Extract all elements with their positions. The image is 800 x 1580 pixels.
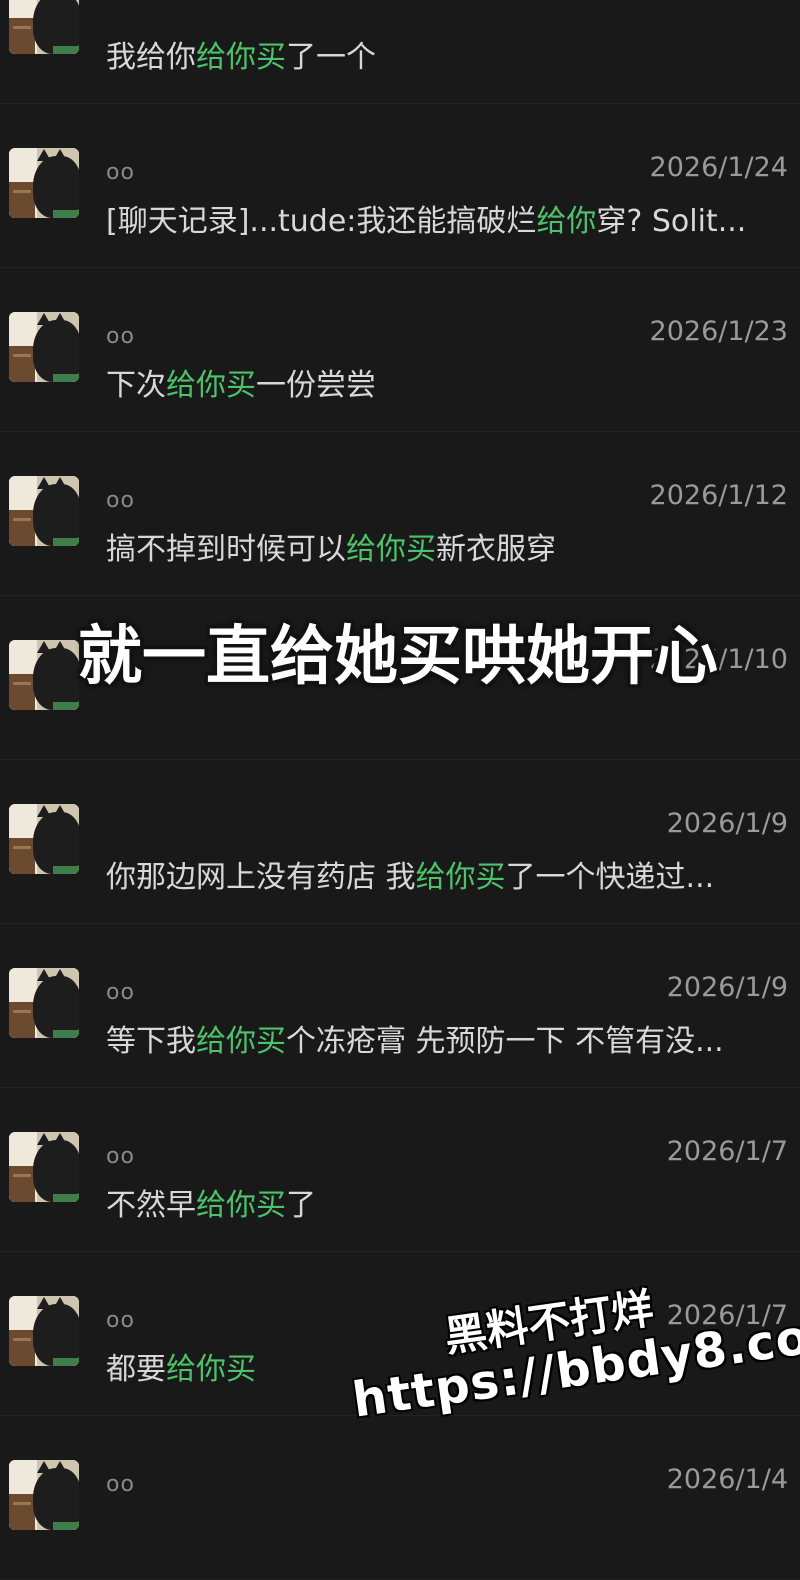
sender-name: oo: [106, 324, 135, 349]
message-text: 个冻疮膏 先预防一下 不管有没...: [286, 1024, 724, 1059]
cat-avatar-icon[interactable]: [9, 148, 79, 218]
video-caption-overlay: 就一直给她买哄她开心: [78, 620, 718, 694]
result-item[interactable]: 我给你给你买了一个: [0, 0, 800, 104]
sender-name: oo: [106, 1308, 135, 1333]
cat-avatar-icon[interactable]: [9, 1460, 79, 1530]
message-date: 2026/1/9: [666, 972, 788, 1003]
message-preview: 等下我给你买个冻疮膏 先预防一下 不管有没...: [106, 1016, 786, 1060]
cat-avatar-icon[interactable]: [9, 476, 79, 546]
message-preview: 我给你给你买了一个: [106, 32, 786, 76]
keyword-highlight: 给你买: [196, 1188, 286, 1223]
sender-name: oo: [106, 980, 135, 1005]
sender-name: oo: [106, 488, 135, 513]
cat-avatar-icon[interactable]: [9, 1296, 79, 1366]
result-item[interactable]: oo 2026/1/23 下次给你买一份尝尝: [0, 268, 800, 432]
message-date: 2026/1/23: [649, 316, 788, 347]
result-item[interactable]: oo 2026/1/12 搞不掉到时候可以给你买新衣服穿: [0, 432, 800, 596]
cat-avatar-icon[interactable]: [9, 0, 79, 54]
keyword-highlight: 给你买: [196, 1024, 286, 1059]
cat-avatar-icon[interactable]: [9, 968, 79, 1038]
message-text: 了一个: [286, 40, 376, 75]
sender-name: oo: [106, 160, 135, 185]
message-text: 不然早: [106, 1188, 196, 1223]
message-text: 你那边网上没有药店 我: [106, 860, 416, 895]
message-preview: 你那边网上没有药店 我给你买了一个快递过...: [106, 852, 786, 896]
result-item[interactable]: 2026/1/9 你那边网上没有药店 我给你买了一个快递过...: [0, 760, 800, 924]
result-item[interactable]: oo 2026/1/9 等下我给你买个冻疮膏 先预防一下 不管有没...: [0, 924, 800, 1088]
message-preview: 下次给你买一份尝尝: [106, 360, 786, 404]
message-date: 2026/1/9: [666, 808, 788, 839]
message-text: 都要: [106, 1352, 166, 1387]
message-text: 我给你: [106, 40, 196, 75]
result-item[interactable]: oo 2026/1/24 [聊天记录]...tude:我还能搞破烂给你穿? So…: [0, 104, 800, 268]
message-text: 等下我: [106, 1024, 196, 1059]
keyword-highlight: 给你买: [166, 368, 256, 403]
message-date: 2026/1/24: [649, 152, 788, 183]
cat-avatar-icon[interactable]: [9, 804, 79, 874]
keyword-highlight: 给你买: [166, 1352, 256, 1387]
message-date: 2026/1/4: [666, 1464, 788, 1495]
message-preview: 搞不掉到时候可以给你买新衣服穿: [106, 524, 786, 568]
message-text: 下次: [106, 368, 166, 403]
message-text: 了一个快递过...: [505, 860, 715, 895]
cat-avatar-icon[interactable]: [9, 640, 79, 710]
sender-name: oo: [106, 1472, 135, 1497]
message-text: 新衣服穿: [436, 532, 556, 567]
cat-avatar-icon[interactable]: [9, 1132, 79, 1202]
keyword-highlight: 给你买: [415, 860, 506, 895]
message-preview: 不然早给你买了: [106, 1180, 786, 1224]
message-text: 一份尝尝: [256, 368, 376, 403]
message-date: 2026/1/7: [666, 1136, 788, 1167]
message-preview: [聊天记录]...tude:我还能搞破烂给你穿? Solit...: [106, 196, 786, 240]
keyword-highlight: 给你: [536, 204, 597, 239]
keyword-highlight: 给你买: [196, 40, 286, 75]
sender-name: oo: [106, 1144, 135, 1169]
message-text: 了: [286, 1188, 316, 1223]
message-text: [聊天记录]...tude:我还能搞破烂: [106, 204, 537, 239]
result-item[interactable]: oo 2026/1/4: [0, 1416, 800, 1580]
result-item[interactable]: oo 2026/1/7 不然早给你买了: [0, 1088, 800, 1252]
message-text: 搞不掉到时候可以: [106, 532, 346, 567]
cat-avatar-icon[interactable]: [9, 312, 79, 382]
message-text: 穿? Solit...: [596, 204, 747, 239]
message-date: 2026/1/12: [649, 480, 788, 511]
keyword-highlight: 给你买: [346, 532, 436, 567]
